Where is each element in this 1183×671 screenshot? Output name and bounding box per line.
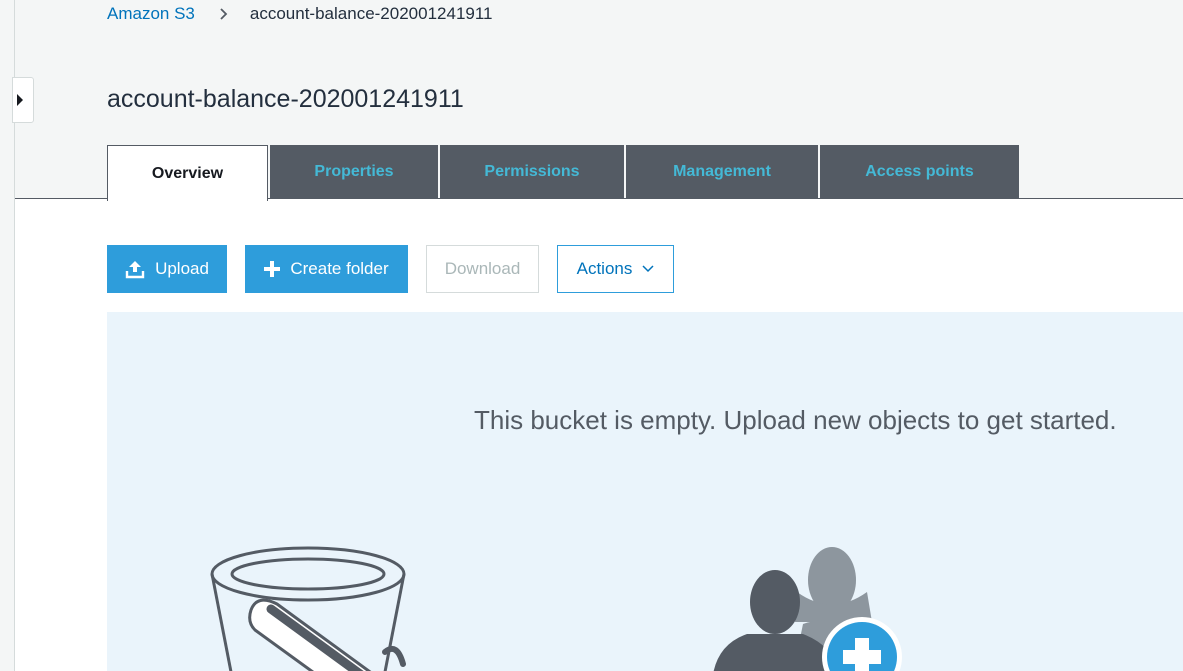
empty-bucket-illustration	[210, 546, 902, 671]
actions-dropdown-button[interactable]: Actions	[557, 245, 674, 293]
create-folder-button[interactable]: Create folder	[245, 245, 408, 293]
chevron-right-icon	[219, 7, 228, 21]
tab-permissions[interactable]: Permissions	[440, 145, 624, 198]
sidebar-toggle-button[interactable]	[12, 77, 34, 123]
upload-button-label: Upload	[155, 259, 209, 278]
chevron-down-icon	[642, 265, 654, 273]
download-button-label: Download	[444, 259, 521, 278]
create-folder-button-label: Create folder	[290, 259, 389, 278]
breadcrumb-amazon-s3-link[interactable]: Amazon S3	[107, 4, 195, 24]
breadcrumb-current: account-balance-202001241911	[249, 4, 493, 23]
breadcrumb: Amazon S3 account-balance-202001241911	[107, 4, 493, 24]
tab-overview[interactable]: Overview	[107, 145, 268, 201]
download-button[interactable]: Download	[426, 245, 539, 293]
tab-properties[interactable]: Properties	[270, 145, 438, 198]
page-title: account-balance-202001241911	[107, 85, 464, 113]
add-user-icon	[713, 547, 902, 671]
tab-bar: Overview Properties Permissions Manageme…	[107, 145, 1019, 201]
upload-icon	[125, 261, 145, 279]
empty-bucket-panel: This bucket is empty. Upload new objects…	[107, 312, 1183, 671]
tab-management[interactable]: Management	[626, 145, 818, 198]
caret-right-icon	[17, 94, 23, 106]
plus-icon	[264, 261, 281, 277]
tab-access-points[interactable]: Access points	[820, 145, 1019, 198]
bucket-icon	[210, 546, 406, 671]
actions-button-label: Actions	[576, 259, 633, 278]
toolbar: Upload Create folder Download Actions	[107, 245, 692, 293]
upload-button[interactable]: Upload	[107, 245, 227, 293]
